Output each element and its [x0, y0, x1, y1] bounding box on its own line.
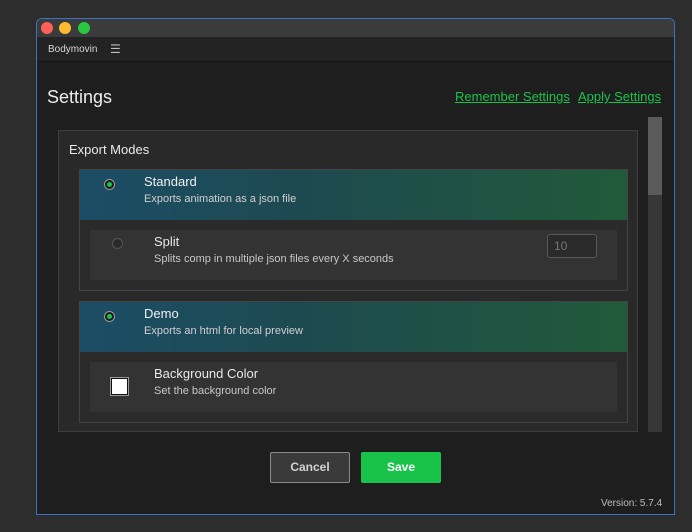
hamburger-menu-icon[interactable]: ☰ — [110, 42, 121, 56]
cancel-button[interactable]: Cancel — [270, 452, 350, 483]
background-color-option: Background Color Set the background colo… — [90, 362, 617, 412]
demo-mode-block: Demo Exports an html for local preview B… — [79, 301, 628, 423]
minimize-window-button[interactable] — [59, 22, 71, 34]
demo-mode-name: Demo — [144, 306, 179, 321]
apply-settings-link[interactable]: Apply Settings — [578, 89, 661, 104]
split-seconds-input[interactable] — [547, 234, 597, 258]
remember-settings-link[interactable]: Remember Settings — [455, 89, 570, 104]
background-color-name: Background Color — [154, 366, 259, 381]
standard-mode-name: Standard — [144, 174, 197, 189]
settings-scroll-area[interactable]: Export Modes Standard Exports animation … — [47, 117, 663, 432]
save-button[interactable]: Save — [361, 452, 441, 483]
close-window-button[interactable] — [41, 22, 53, 34]
vertical-scrollbar[interactable] — [648, 117, 662, 432]
demo-mode-option[interactable]: Demo Exports an html for local preview — [80, 302, 627, 352]
page-title: Settings — [47, 87, 113, 107]
background-color-swatch[interactable] — [111, 378, 128, 395]
demo-mode-description: Exports an html for local preview — [144, 325, 303, 337]
panel-name: Bodymovin — [48, 44, 98, 55]
standard-mode-block: Standard Exports animation as a json fil… — [79, 169, 628, 291]
standard-mode-option[interactable]: Standard Exports animation as a json fil… — [80, 170, 627, 220]
split-option[interactable]: Split Splits comp in multiple json files… — [90, 230, 617, 280]
standard-radio[interactable] — [104, 179, 115, 190]
standard-mode-description: Exports animation as a json file — [144, 193, 297, 205]
background-color-description: Set the background color — [154, 385, 277, 397]
split-radio[interactable] — [112, 238, 123, 249]
bodymovin-window: Bodymovin ☰ Settings Remember Settings A… — [36, 18, 675, 515]
split-option-name: Split — [154, 234, 180, 249]
window-titlebar — [37, 19, 674, 37]
export-modes-title: Export Modes — [69, 142, 150, 157]
export-modes-section: Export Modes Standard Exports animation … — [58, 130, 638, 432]
version-label: Version: 5.7.4 — [601, 498, 663, 509]
panel-tab-bar: Bodymovin ☰ — [37, 37, 674, 62]
scrollbar-thumb[interactable] — [648, 117, 662, 195]
maximize-window-button[interactable] — [78, 22, 90, 34]
demo-radio[interactable] — [104, 311, 115, 322]
split-option-description: Splits comp in multiple json files every… — [154, 253, 394, 265]
